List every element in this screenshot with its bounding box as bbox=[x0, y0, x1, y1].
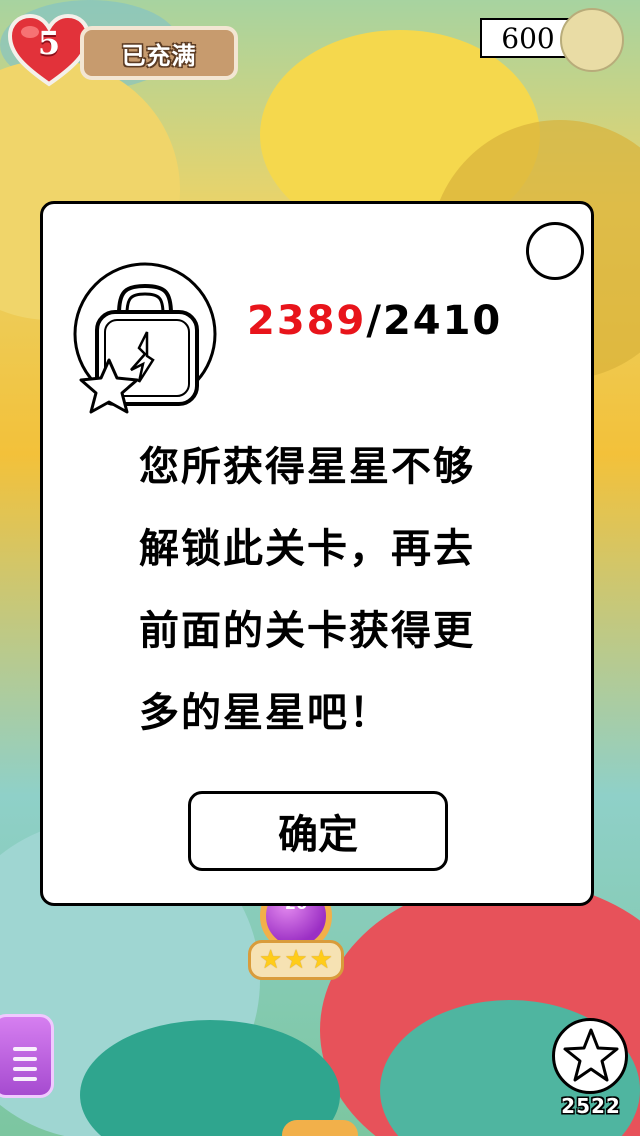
star-icon bbox=[563, 1028, 619, 1082]
total-stars-count: 2522 bbox=[561, 1094, 621, 1118]
star-icon: ★ bbox=[259, 945, 283, 975]
side-menu-button[interactable] bbox=[0, 1014, 54, 1098]
message-line: 多的星星吧！ bbox=[139, 690, 391, 736]
star-icon: ★ bbox=[309, 945, 333, 975]
star-icon: ★ bbox=[284, 945, 308, 975]
message-line: 您所获得星星不够 bbox=[139, 444, 475, 490]
unlock-message: 您所获得星星不够 解锁此关卡，再去 前面的关卡获得更 多的星星吧！ bbox=[139, 426, 549, 754]
star-score: 2389/2410 bbox=[247, 298, 502, 344]
menu-icon bbox=[13, 1077, 37, 1081]
total-stars-button[interactable] bbox=[552, 1018, 628, 1094]
score-required: 2410 bbox=[382, 298, 503, 344]
lives-status-badge: 已充满 bbox=[80, 26, 238, 80]
score-current: 2389 bbox=[247, 298, 367, 344]
level-stars: ★ ★ ★ bbox=[248, 940, 344, 980]
message-line: 前面的关卡获得更 bbox=[139, 608, 475, 654]
close-button[interactable] bbox=[526, 222, 584, 280]
lives-status-label: 已充满 bbox=[121, 41, 197, 70]
confirm-button[interactable]: 确定 bbox=[188, 791, 448, 871]
coin-icon[interactable] bbox=[560, 8, 624, 72]
menu-icon bbox=[13, 1057, 37, 1061]
message-line: 解锁此关卡，再去 bbox=[139, 526, 475, 572]
locked-level-dialog: 2389/2410 您所获得星星不够 解锁此关卡，再去 前面的关卡获得更 多的星… bbox=[40, 201, 594, 906]
lock-icon bbox=[67, 252, 227, 422]
menu-icon bbox=[13, 1067, 37, 1071]
score-separator: / bbox=[366, 298, 383, 344]
menu-icon bbox=[13, 1047, 37, 1051]
level-node[interactable] bbox=[282, 1120, 358, 1136]
